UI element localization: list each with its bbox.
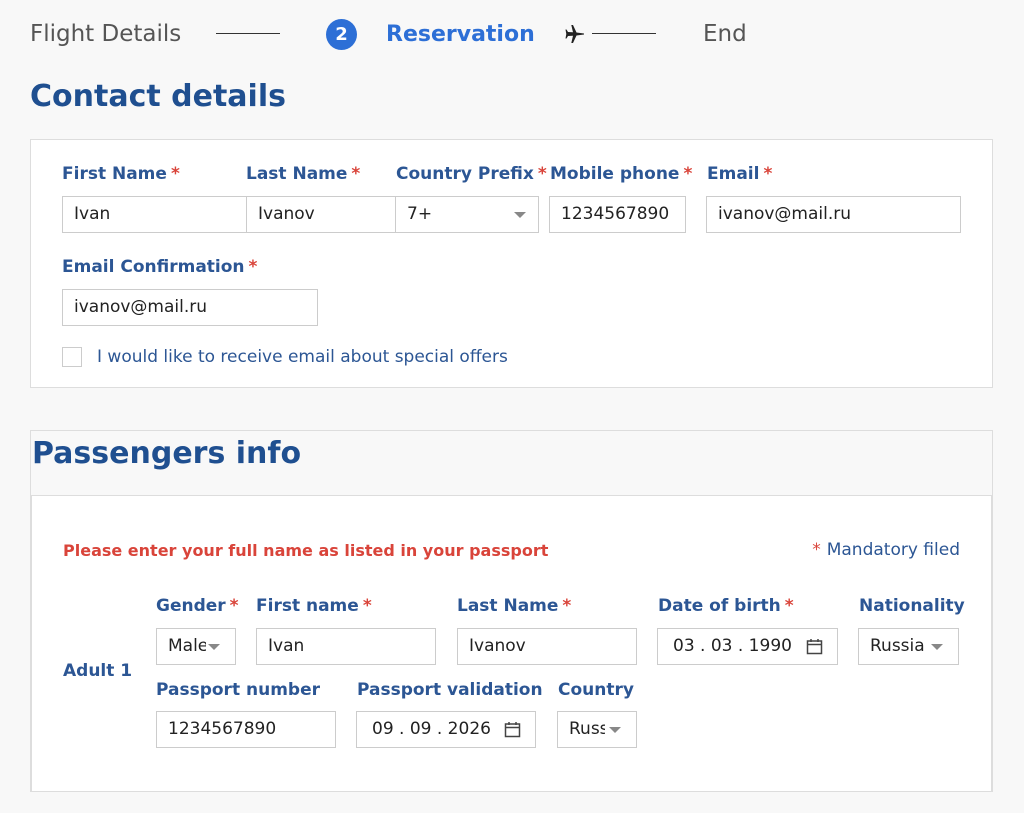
chevron-down-icon [931,644,943,650]
email-confirmation-input[interactable]: ivanov@mail.ru [62,289,318,326]
passport-number-input[interactable]: 1234567890 [156,711,336,748]
contact-details-title: Contact details [30,79,286,114]
last-name-label: Last Name * [246,164,361,184]
step-flight-details[interactable]: Flight Details [30,20,181,48]
calendar-icon[interactable] [504,721,521,738]
nationality-select[interactable]: Russia [858,628,959,665]
passengers-info-title: Passengers info [32,436,302,471]
step-number-badge: 2 [326,19,357,50]
special-offers-checkbox[interactable] [62,347,82,367]
special-offers-label[interactable]: I would like to receive email about spec… [97,346,508,368]
passport-validation-input[interactable]: 09 . 09 . 2026 [356,711,536,748]
chevron-down-icon [208,644,220,650]
mandatory-note: * Mandatory filed [812,540,960,560]
country-label: Country [558,680,634,700]
email-label: Email * [707,164,773,184]
country-select[interactable]: Russia [557,711,637,748]
last-name-input[interactable]: Ivanov [246,196,396,233]
first-name-label: First Name * [62,164,180,184]
date-of-birth-input[interactable]: 03 . 03 . 1990 [657,628,838,665]
passenger-first-name-input[interactable]: Ivan [256,628,436,665]
email-confirmation-label: Email Confirmation * [62,257,258,277]
airplane-icon [565,25,584,43]
gender-label: Gender * [156,596,239,616]
adult-1-label: Adult 1 [63,661,133,681]
passenger-last-name-input[interactable]: Ivanov [457,628,637,665]
date-of-birth-label: Date of birth * [658,596,794,616]
calendar-icon[interactable] [806,638,823,655]
passenger-first-name-label: First name * [256,596,372,616]
passenger-last-name-label: Last Name * [457,596,572,616]
passport-number-label: Passport number [156,680,320,700]
step-end: End [703,21,747,47]
country-prefix-label: Country Prefix * [396,164,547,184]
chevron-down-icon [514,212,526,218]
chevron-down-icon [609,727,621,733]
step-connector [216,33,280,34]
mobile-phone-label: Mobile phone * [550,164,693,184]
passport-validation-label: Passport validation [357,680,543,700]
first-name-input[interactable]: Ivan [62,196,253,233]
gender-select[interactable]: Male [156,628,236,665]
country-prefix-select[interactable]: 7+ [395,196,539,233]
passport-name-warning: Please enter your full name as listed in… [63,541,549,560]
progress-stepper: Flight Details 2 Reservation End [0,0,1024,70]
email-input[interactable]: ivanov@mail.ru [706,196,961,233]
step-reservation: Reservation [386,22,535,47]
mobile-phone-input[interactable]: 1234567890 [549,196,686,233]
nationality-label: Nationality [859,596,965,616]
step-connector [592,33,656,34]
